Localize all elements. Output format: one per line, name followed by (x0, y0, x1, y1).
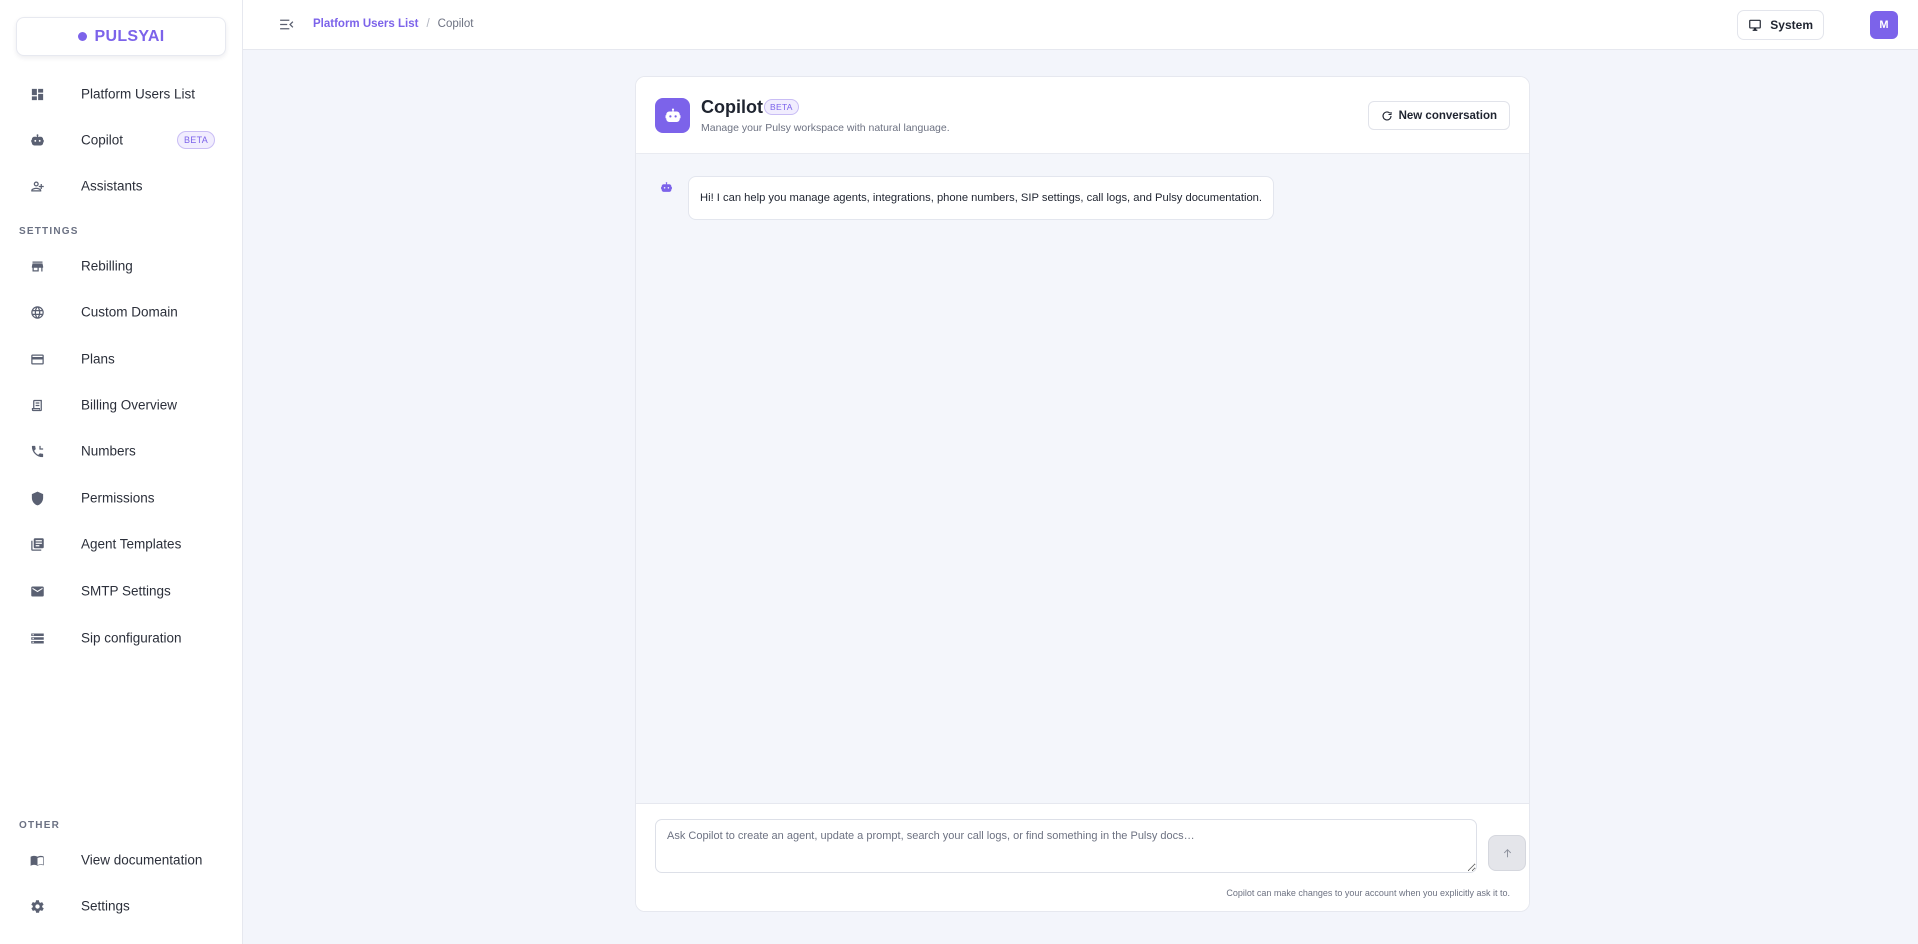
sidebar-item-label: Copilot (81, 132, 124, 148)
new-conversation-button[interactable]: New conversation (1367, 101, 1510, 130)
sidebar-item-billing-overview[interactable]: Billing Overview (0, 387, 242, 423)
page-subtitle: Manage your Pulsy workspace with natural… (701, 122, 950, 134)
beta-badge: BETA (764, 99, 799, 115)
copilot-header: Copilot BETA Manage your Pulsy workspace… (636, 77, 1529, 154)
breadcrumb-link[interactable]: Platform Users List (313, 18, 418, 30)
message-composer: Copilot can make changes to your account… (636, 803, 1529, 911)
sidebar-item-platform-users-list[interactable]: Platform Users List (0, 76, 242, 112)
sidebar-item-custom-domain[interactable]: Custom Domain (0, 294, 242, 330)
breadcrumb-separator: / (426, 18, 430, 30)
sidebar-item-rebilling[interactable]: Rebilling (0, 248, 242, 284)
other-section-heading: OTHER (19, 820, 60, 831)
sidebar-item-sip-configuration[interactable]: Sip configuration (0, 620, 242, 656)
sidebar-item-label: Billing Overview (81, 397, 178, 413)
arrow-up-icon (1503, 848, 1511, 857)
shield-icon (29, 490, 45, 506)
receipt-icon (29, 397, 45, 413)
logo-dot-icon (77, 32, 87, 41)
sidebar-item-label: Settings (81, 898, 130, 914)
sidebar: PULSYAI Platform Users List Copilot BETA… (0, 0, 243, 944)
breadcrumb: Platform Users List / Copilot (313, 18, 473, 30)
sidebar-item-assistants[interactable]: Assistants (0, 168, 242, 204)
disclaimer-text: Copilot can make changes to your account… (1226, 888, 1510, 898)
refresh-icon (1382, 110, 1392, 120)
sidebar-item-permissions[interactable]: Permissions (0, 480, 242, 516)
sidebar-item-label: Sip configuration (81, 630, 182, 646)
new-conversation-label: New conversation (1398, 109, 1497, 122)
sidebar-item-view-documentation[interactable]: View documentation (0, 842, 242, 878)
monitor-icon (1749, 19, 1762, 31)
sidebar-item-label: View documentation (81, 852, 203, 868)
robot-icon (655, 98, 690, 133)
beta-badge: BETA (177, 131, 216, 149)
sidebar-item-smtp-settings[interactable]: SMTP Settings (0, 573, 242, 609)
breadcrumb-current: Copilot (437, 18, 474, 30)
mail-icon (29, 583, 45, 599)
collapse-sidebar-icon[interactable] (276, 15, 296, 33)
dashboard-icon (29, 86, 45, 102)
sidebar-item-label: Numbers (81, 443, 136, 459)
store-icon (29, 258, 45, 274)
settings-section-heading: SETTINGS (19, 226, 79, 237)
sidebar-item-label: Plans (81, 351, 115, 367)
sidebar-item-settings[interactable]: Settings (0, 888, 242, 924)
prompt-input[interactable] (655, 819, 1477, 873)
assistant-message: Hi! I can help you manage agents, integr… (688, 176, 1274, 220)
avatar[interactable]: M (1870, 11, 1898, 39)
assistant-robot-icon (659, 180, 673, 194)
book-icon (29, 852, 45, 868)
top-bar: Platform Users List / Copilot System M (243, 0, 1918, 50)
sidebar-item-numbers[interactable]: Numbers (0, 433, 242, 469)
sidebar-item-label: Permissions (81, 490, 155, 506)
sidebar-item-label: Platform Users List (81, 86, 196, 102)
gear-icon (29, 898, 45, 914)
person-add-icon (29, 178, 45, 194)
chat-thread[interactable]: Hi! I can help you manage agents, integr… (636, 154, 1529, 882)
library-icon (29, 536, 45, 552)
sidebar-item-label: Custom Domain (81, 304, 178, 320)
phone-icon (29, 443, 45, 459)
sidebar-item-agent-templates[interactable]: Agent Templates (0, 526, 242, 562)
brand-name: PULSYAI (94, 27, 165, 45)
theme-label: System (1770, 18, 1813, 32)
credit-card-icon (29, 351, 45, 367)
sidebar-item-label: Agent Templates (81, 536, 182, 552)
server-icon (29, 630, 45, 646)
copilot-panel: Copilot BETA Manage your Pulsy workspace… (635, 76, 1530, 912)
sidebar-item-copilot[interactable]: Copilot BETA (0, 122, 242, 158)
sidebar-item-label: Rebilling (81, 258, 133, 274)
theme-toggle-button[interactable]: System (1737, 10, 1824, 40)
sidebar-item-plans[interactable]: Plans (0, 341, 242, 377)
page-title: Copilot (701, 97, 763, 117)
sidebar-item-label: SMTP Settings (81, 583, 171, 599)
globe-icon (29, 304, 45, 320)
sidebar-item-label: Assistants (81, 178, 143, 194)
send-button[interactable] (1488, 835, 1526, 871)
robot-icon (29, 132, 45, 148)
brand-logo[interactable]: PULSYAI (16, 17, 226, 56)
